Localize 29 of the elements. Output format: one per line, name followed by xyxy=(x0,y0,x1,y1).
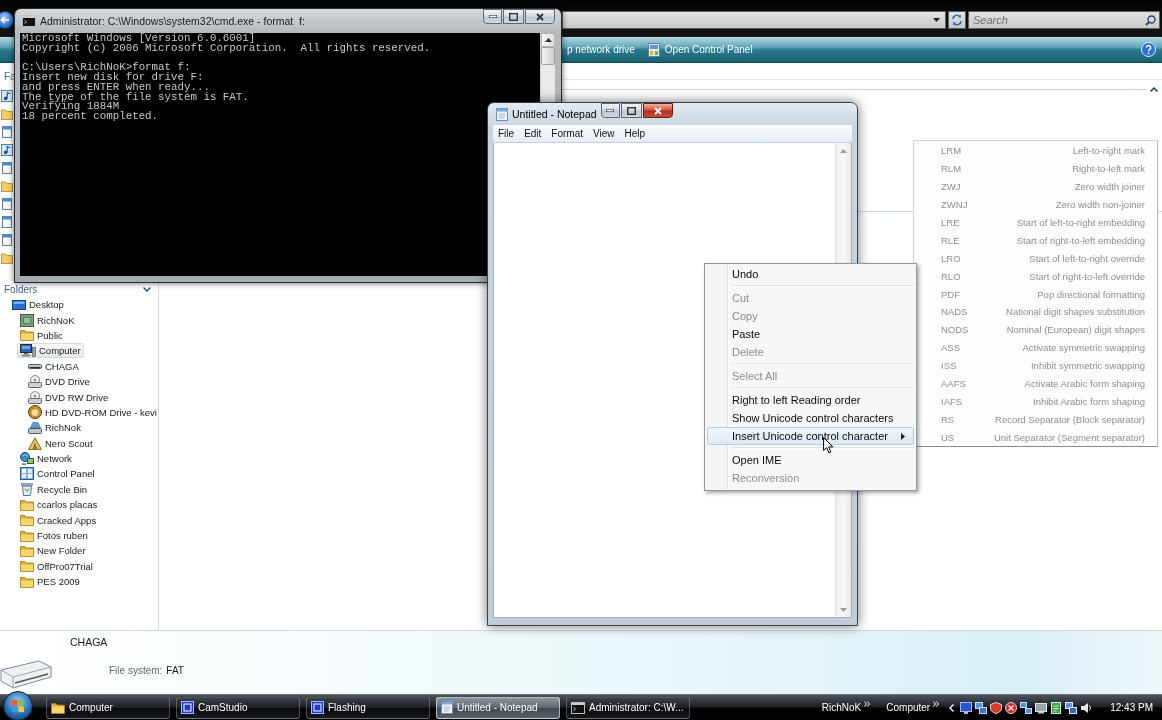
field-value: FAT xyxy=(166,665,184,677)
menu-item-code: ISS xyxy=(941,360,957,372)
menu-item-code: RLE xyxy=(941,234,960,246)
menu-item-code: RLM xyxy=(941,163,962,175)
window-title: Untitled - Notepad xyxy=(512,108,597,120)
field-label: File system: xyxy=(109,665,163,677)
console-line: and press ENTER when ready... xyxy=(22,82,210,93)
menu-item-code: ASS xyxy=(941,342,960,354)
console-line: Copyright (c) 2006 Microsoft Corporation. All rights reserved. xyxy=(22,43,431,54)
menu-item-code: PDF xyxy=(941,288,960,300)
menu-item-code: LRM xyxy=(941,145,962,157)
console-line: 18 percent completed. xyxy=(22,112,159,122)
menu-item-code: IAFS xyxy=(941,395,963,407)
drive-name: CHAGA xyxy=(70,636,108,649)
menu-item-code: LRO xyxy=(941,252,961,264)
console-line: C:\Users\RichNoK>format f: xyxy=(22,63,191,73)
menu-item-code: RS xyxy=(941,413,955,425)
console-line: Verifying 1884M xyxy=(22,102,120,112)
menu-item-code: US xyxy=(941,431,955,443)
menu-item-code: NADS xyxy=(941,306,968,318)
menu-item-code: ZWNJ xyxy=(941,199,968,211)
menu-item-code: AAFS xyxy=(941,378,966,389)
window-title: Administrator: C:\Windows\system32\cmd.exe - format f: xyxy=(40,15,305,27)
console-line: Microsoft Windows [Version 6.0.6001] xyxy=(22,34,256,44)
menu-item-code: NODS xyxy=(941,324,969,336)
menu-item-code: LRE xyxy=(941,217,960,228)
menu-item-code: RLO xyxy=(941,270,961,282)
menu-item-code: ZWJ xyxy=(941,181,961,193)
console-line: Insert new disk for drive F: xyxy=(22,73,204,83)
